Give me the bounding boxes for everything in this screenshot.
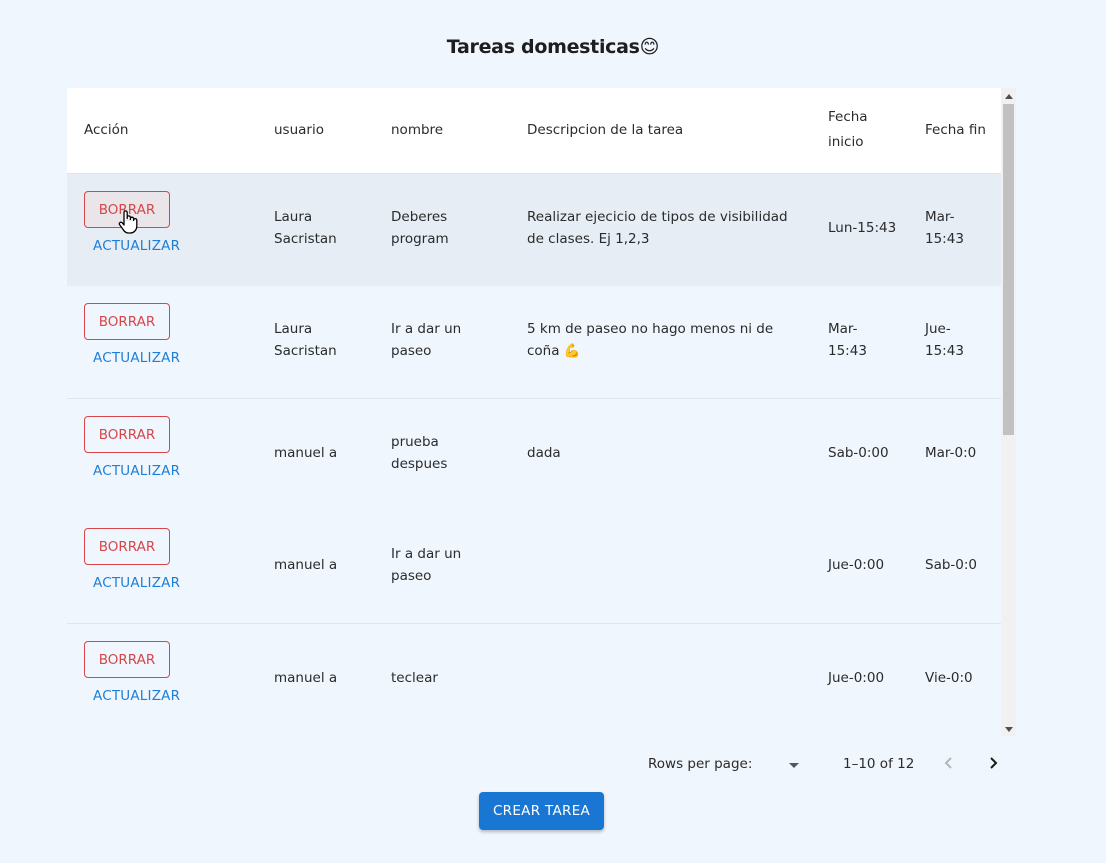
col-usuario: usuario: [274, 122, 324, 138]
table-row: BORRAR ACTUALIZAR manuel a prueba despue…: [67, 399, 1001, 512]
table-row: BORRAR ACTUALIZAR manuel a Ir a dar un p…: [67, 511, 1001, 624]
cell-usuario: manuel a: [274, 557, 338, 573]
cell-usuario: Laura: [274, 321, 313, 337]
scroll-up-icon[interactable]: [1005, 94, 1013, 99]
cell-fecha-fin: Vie-0:0: [925, 670, 973, 686]
caret-down-icon: [789, 763, 799, 768]
cell-fecha-fin: Mar-0:0: [925, 445, 977, 461]
cell-fecha-inicio: Jue-0:00: [828, 557, 885, 573]
col-fecha-inicio-line2: inicio: [828, 134, 864, 150]
col-descripcion: Descripcion de la tarea: [527, 122, 684, 138]
cell-usuario: manuel a: [274, 445, 338, 461]
cell-descripcion: dada: [527, 445, 561, 461]
cell-nombre-line2: paseo: [391, 343, 432, 359]
cell-fecha-inicio: Sab-0:00: [828, 445, 889, 461]
actualizar-button[interactable]: ACTUALIZAR: [93, 238, 180, 254]
cell-usuario-line2: Sacristan: [274, 231, 337, 247]
cell-fecha-fin-line2: 15:43: [925, 231, 964, 247]
cell-fecha-fin: Sab-0:0: [925, 557, 978, 573]
cell-nombre: teclear: [391, 670, 438, 686]
cell-fecha-fin-line2: 15:43: [925, 343, 964, 359]
borrar-button[interactable]: BORRAR: [84, 303, 170, 340]
tasks-table: Acción usuario nombre Descripcion de la …: [67, 88, 1016, 736]
cell-nombre-line2: despues: [391, 456, 448, 472]
table-pagination: Rows per page: 1–10 of 12: [67, 736, 1001, 792]
scroll-down-icon[interactable]: [1005, 727, 1013, 732]
page-title: Tareas domesticas😊: [446, 36, 660, 58]
actualizar-button[interactable]: ACTUALIZAR: [93, 575, 180, 591]
cell-fecha-inicio: Jue-0:00: [828, 670, 885, 686]
cell-descripcion: 5 km de paseo no hago menos ni de: [527, 321, 774, 337]
table-row: BORRAR ACTUALIZAR manuel a teclear Jue-0…: [67, 624, 1001, 736]
cell-fecha-fin: Jue-: [925, 321, 951, 337]
cell-descripcion-line2: de clases. Ej 1,2,3: [527, 231, 650, 247]
cell-fecha-inicio: Lun-15:43: [828, 220, 897, 236]
cell-nombre-line2: paseo: [391, 568, 432, 584]
table-header: Acción usuario nombre Descripcion de la …: [67, 88, 1001, 174]
cell-fecha-fin: Mar-: [925, 209, 955, 225]
cell-nombre: Deberes: [391, 209, 448, 225]
actualizar-button[interactable]: ACTUALIZAR: [93, 688, 180, 704]
actualizar-button[interactable]: ACTUALIZAR: [93, 463, 180, 479]
borrar-button[interactable]: BORRAR: [84, 416, 170, 453]
col-accion: Acción: [84, 122, 129, 138]
cell-fecha-inicio-line2: 15:43: [828, 343, 867, 359]
table-scrollbar[interactable]: [1001, 88, 1016, 736]
cell-nombre-line2: program: [391, 231, 449, 247]
borrar-button[interactable]: BORRAR: [84, 528, 170, 565]
pagination-range: 1–10 of 12: [843, 756, 915, 772]
cell-usuario-line2: Sacristan: [274, 343, 337, 359]
borrar-button[interactable]: BORRAR: [84, 641, 170, 678]
actualizar-button[interactable]: ACTUALIZAR: [93, 350, 180, 366]
scroll-thumb[interactable]: [1003, 104, 1014, 435]
col-fecha-fin: Fecha fin: [925, 122, 986, 138]
table-row: BORRAR ACTUALIZAR Laura Sacristan Ir a d…: [67, 286, 1001, 399]
rows-per-page-select[interactable]: [787, 761, 801, 773]
hand-cursor-icon: [118, 210, 138, 234]
cell-nombre: Ir a dar un: [391, 321, 462, 337]
col-fecha-inicio-line1: Fecha: [828, 109, 868, 125]
chevron-left-icon[interactable]: [943, 754, 955, 775]
cell-descripcion-line2: coña 💪: [527, 343, 581, 359]
crear-tarea-button[interactable]: CREAR TAREA: [479, 792, 604, 830]
cell-fecha-inicio: Mar-: [828, 321, 858, 337]
cell-nombre: prueba: [391, 434, 439, 450]
cell-usuario: manuel a: [274, 670, 338, 686]
chevron-right-icon[interactable]: [987, 754, 999, 775]
col-nombre: nombre: [391, 122, 444, 138]
cell-descripcion: Realizar ejecicio de tipos de visibilida…: [527, 209, 788, 225]
cell-usuario: Laura: [274, 209, 313, 225]
cell-nombre: Ir a dar un: [391, 546, 462, 562]
rows-per-page-label: Rows per page:: [648, 756, 753, 772]
table-row: BORRAR ACTUALIZAR Laura Sacristan Debere…: [67, 174, 1001, 287]
